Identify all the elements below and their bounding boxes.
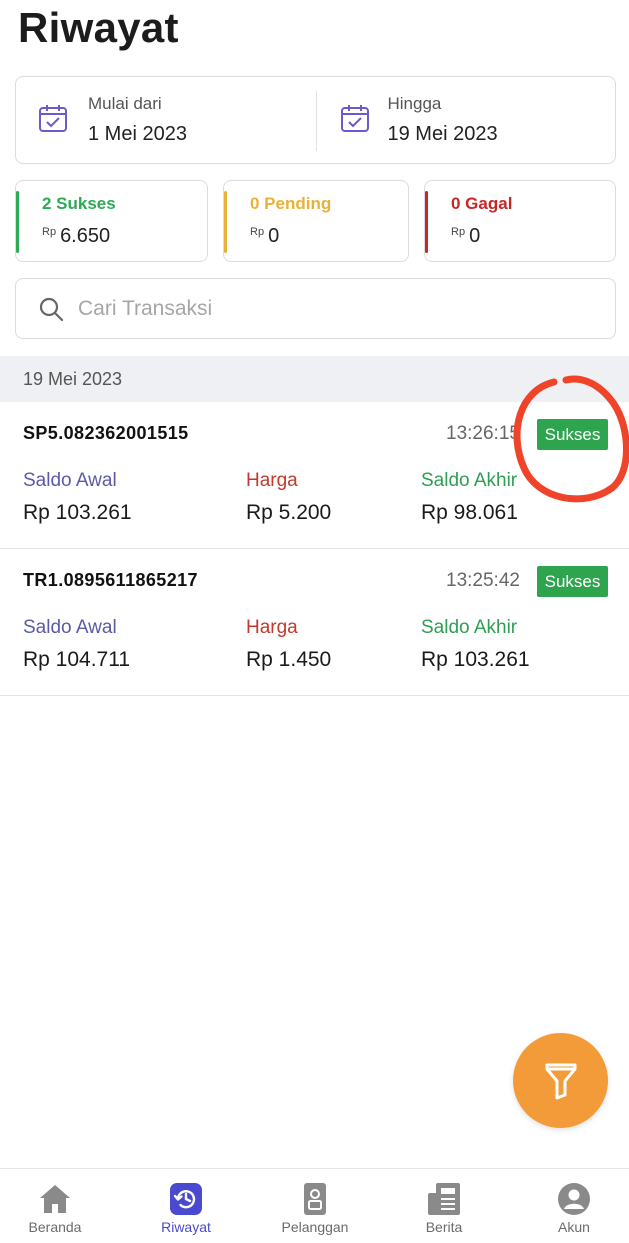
history-icon: [170, 1183, 202, 1215]
nav-label: Riwayat: [161, 1219, 211, 1235]
date-from-value: 1 Mei 2023: [88, 123, 187, 145]
saldo-akhir-label: Saldo Akhir: [421, 617, 518, 638]
status-badge: Sukses: [537, 419, 608, 450]
nav-item-akun[interactable]: Akun: [519, 1169, 629, 1243]
nav-label: Beranda: [28, 1219, 82, 1235]
saldo-akhir-value: Rp 103.261: [421, 648, 530, 671]
currency-label: Rp: [451, 226, 466, 238]
transaction-row[interactable]: TR1.0895611865217 13:25:42 Sukses Saldo …: [0, 549, 629, 696]
status-bar: [425, 191, 428, 253]
status-amount: Rp 0: [250, 225, 279, 248]
nav-item-berita[interactable]: Berita: [389, 1169, 499, 1243]
status-bar: [16, 191, 19, 253]
search-input[interactable]: [78, 291, 598, 327]
saldo-akhir-label: Saldo Akhir: [421, 470, 518, 491]
status-card-sukses[interactable]: 2 Sukses Rp 6.650: [15, 180, 208, 262]
date-from-label: Mulai dari: [88, 94, 162, 113]
nav-label: Berita: [425, 1219, 463, 1235]
status-label: 2 Sukses: [42, 194, 116, 213]
nav-item-beranda[interactable]: Beranda: [0, 1169, 110, 1243]
status-card-gagal[interactable]: 0 Gagal Rp 0: [424, 180, 616, 262]
date-range-card: Mulai dari 1 Mei 2023 Hingga 19 Mei 2023: [15, 76, 616, 164]
amount-value: 6.650: [60, 225, 111, 247]
group-date: 19 Mei 2023: [23, 369, 123, 389]
saldo-awal-label: Saldo Awal: [23, 470, 117, 491]
status-bar: [224, 191, 227, 253]
saldo-awal-value: Rp 104.711: [23, 648, 131, 671]
status-label: 0 Pending: [250, 194, 332, 213]
calendar-icon: [340, 105, 369, 132]
currency-label: Rp: [42, 226, 57, 238]
news-icon: [428, 1183, 460, 1215]
transaction-id: TR1.0895611865217: [23, 570, 198, 590]
calendar-icon: [39, 105, 67, 132]
contact-card-icon: [304, 1183, 326, 1215]
page-title: Riwayat: [18, 4, 179, 51]
amount-value: 0: [469, 225, 481, 247]
filter-fab[interactable]: [513, 1033, 608, 1128]
nav-item-pelanggan[interactable]: Pelanggan: [260, 1169, 370, 1243]
saldo-awal-value: Rp 103.261: [23, 501, 132, 524]
transaction-time: 13:25:42: [446, 570, 520, 591]
date-from-picker[interactable]: Mulai dari 1 Mei 2023: [16, 77, 316, 163]
currency-label: Rp: [250, 226, 265, 238]
date-to-value: 19 Mei 2023: [387, 123, 498, 145]
status-card-pending[interactable]: 0 Pending Rp 0: [223, 180, 409, 262]
amount-value: 0: [268, 225, 280, 247]
harga-value: Rp 1.450: [246, 648, 332, 671]
transaction-time: 13:26:15: [446, 423, 520, 444]
nav-label: Pelanggan: [281, 1219, 349, 1235]
transaction-row[interactable]: SP5.082362001515 13:26:15 Sukses Saldo A…: [0, 402, 629, 549]
transaction-id: SP5.082362001515: [23, 423, 189, 443]
status-amount: Rp 0: [451, 225, 480, 248]
date-to-picker[interactable]: Hingga 19 Mei 2023: [316, 77, 616, 163]
saldo-awal-label: Saldo Awal: [23, 617, 117, 638]
nav-label: Akun: [558, 1219, 590, 1235]
search-icon: [39, 297, 64, 322]
harga-label: Harga: [246, 470, 298, 491]
harga-label: Harga: [246, 617, 298, 638]
status-label: 0 Gagal: [451, 194, 513, 213]
status-badge: Sukses: [537, 566, 608, 597]
nav-item-riwayat[interactable]: Riwayat: [131, 1169, 241, 1243]
account-icon: [558, 1183, 590, 1215]
home-icon: [40, 1185, 70, 1213]
search-box[interactable]: [15, 278, 616, 339]
transaction-group-header: 19 Mei 2023: [0, 356, 629, 402]
harga-value: Rp 5.200: [246, 501, 332, 524]
saldo-akhir-value: Rp 98.061: [421, 501, 518, 524]
date-to-label: Hingga: [387, 94, 442, 113]
status-amount: Rp 6.650: [42, 225, 110, 248]
bottom-nav: Beranda Riwayat Pelanggan Berita Akun: [0, 1168, 629, 1243]
filter-icon: [545, 1063, 576, 1099]
